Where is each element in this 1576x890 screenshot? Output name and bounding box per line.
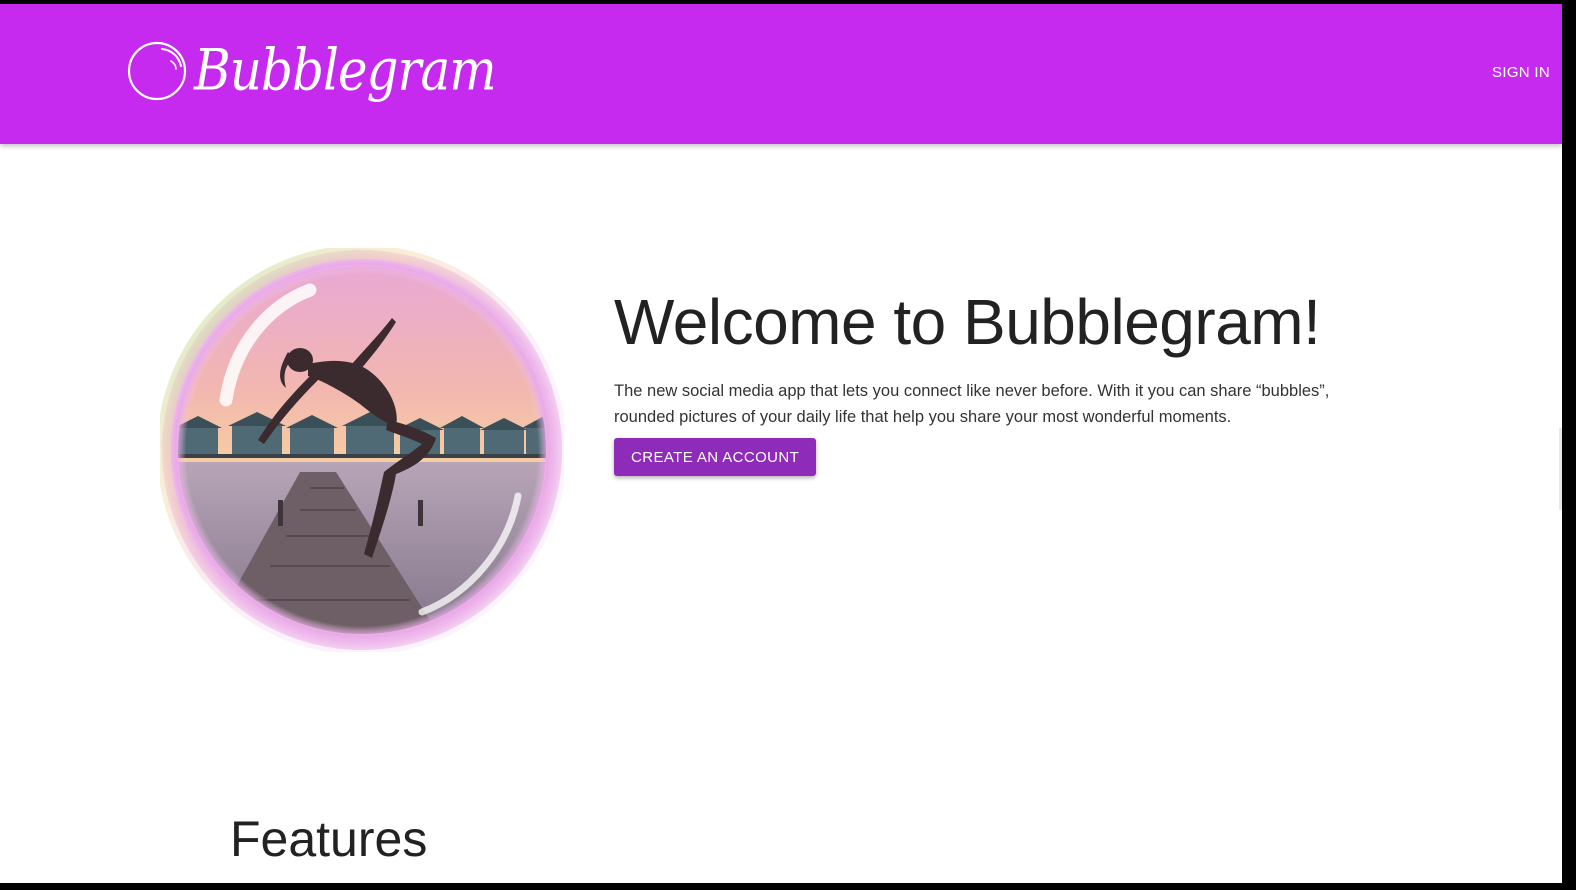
bubble-icon <box>127 41 187 101</box>
page: Bubblegram SIGN IN Welcome to Bubblegram… <box>0 4 1562 883</box>
hero-description: The new social media app that lets you c… <box>614 382 1330 426</box>
create-account-button[interactable]: CREATE AN ACCOUNT <box>614 438 817 476</box>
features-heading: Features <box>230 811 428 867</box>
sign-in-button[interactable]: SIGN IN <box>1492 60 1550 85</box>
brand-name: Bubblegram <box>194 36 497 104</box>
app-bar: Bubblegram SIGN IN <box>0 4 1562 144</box>
scrollbar[interactable] <box>1559 428 1562 510</box>
hero-text-block: Welcome to Bubblegram! The new social me… <box>614 284 1514 476</box>
hero-title: Welcome to Bubblegram! <box>614 286 1321 358</box>
brand-logo[interactable]: Bubblegram <box>126 30 497 110</box>
hero-bubble-image <box>160 248 564 652</box>
